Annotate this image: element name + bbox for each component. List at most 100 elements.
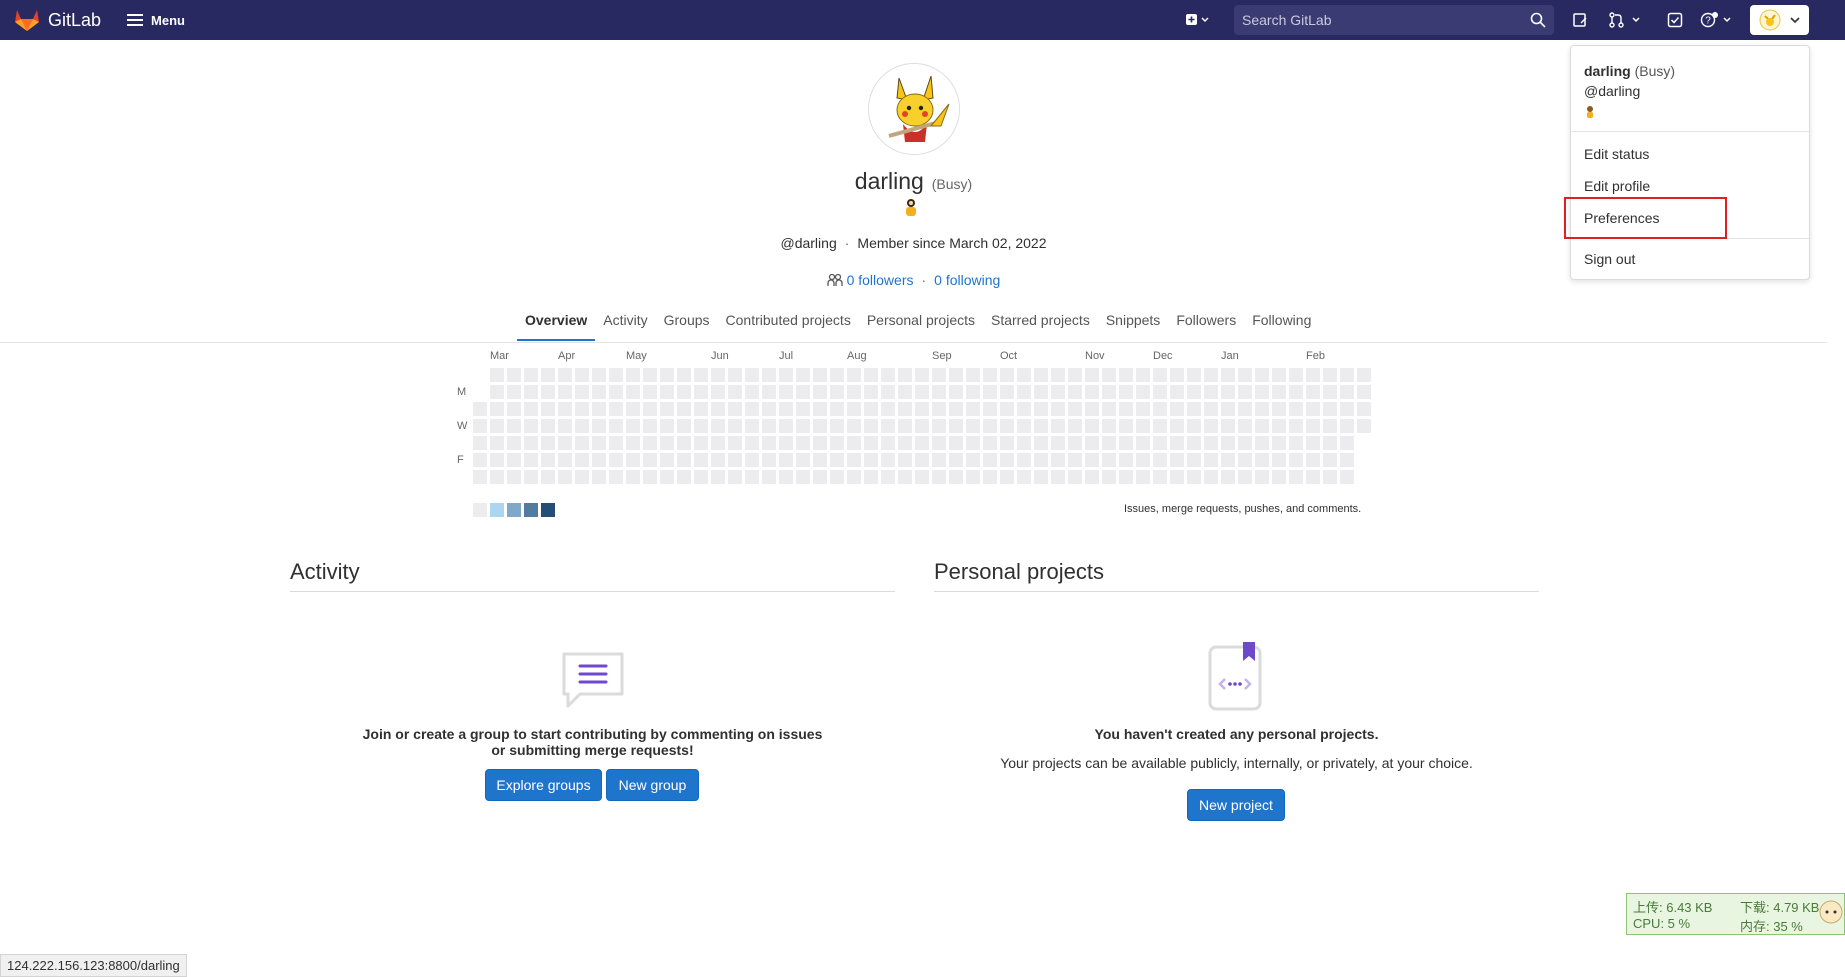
calendar-day-cell[interactable] bbox=[1272, 419, 1286, 433]
calendar-day-cell[interactable] bbox=[1306, 419, 1320, 433]
calendar-day-cell[interactable] bbox=[490, 385, 504, 399]
calendar-day-cell[interactable] bbox=[490, 368, 504, 382]
calendar-day-cell[interactable] bbox=[864, 470, 878, 484]
calendar-day-cell[interactable] bbox=[660, 402, 674, 416]
calendar-day-cell[interactable] bbox=[677, 385, 691, 399]
calendar-day-cell[interactable] bbox=[728, 368, 742, 382]
calendar-day-cell[interactable] bbox=[745, 453, 759, 467]
calendar-day-cell[interactable] bbox=[881, 436, 895, 450]
calendar-day-cell[interactable] bbox=[1204, 470, 1218, 484]
calendar-day-cell[interactable] bbox=[1051, 385, 1065, 399]
calendar-day-cell[interactable] bbox=[813, 436, 827, 450]
calendar-day-cell[interactable] bbox=[1289, 470, 1303, 484]
calendar-day-cell[interactable] bbox=[1306, 436, 1320, 450]
calendar-day-cell[interactable] bbox=[558, 368, 572, 382]
tab-activity[interactable]: Activity bbox=[595, 308, 655, 341]
calendar-day-cell[interactable] bbox=[694, 419, 708, 433]
calendar-day-cell[interactable] bbox=[1085, 385, 1099, 399]
calendar-day-cell[interactable] bbox=[541, 402, 555, 416]
calendar-day-cell[interactable] bbox=[1051, 436, 1065, 450]
calendar-day-cell[interactable] bbox=[1051, 453, 1065, 467]
calendar-day-cell[interactable] bbox=[847, 368, 861, 382]
calendar-day-cell[interactable] bbox=[881, 402, 895, 416]
calendar-day-cell[interactable] bbox=[779, 419, 793, 433]
calendar-day-cell[interactable] bbox=[1272, 385, 1286, 399]
calendar-day-cell[interactable] bbox=[983, 402, 997, 416]
calendar-day-cell[interactable] bbox=[507, 453, 521, 467]
calendar-day-cell[interactable] bbox=[1000, 368, 1014, 382]
calendar-day-cell[interactable] bbox=[677, 436, 691, 450]
calendar-day-cell[interactable] bbox=[1034, 436, 1048, 450]
calendar-day-cell[interactable] bbox=[932, 453, 946, 467]
calendar-day-cell[interactable] bbox=[1187, 419, 1201, 433]
calendar-day-cell[interactable] bbox=[915, 385, 929, 399]
calendar-day-cell[interactable] bbox=[626, 436, 640, 450]
calendar-day-cell[interactable] bbox=[677, 368, 691, 382]
calendar-day-cell[interactable] bbox=[1272, 453, 1286, 467]
calendar-day-cell[interactable] bbox=[1051, 419, 1065, 433]
calendar-day-cell[interactable] bbox=[1323, 453, 1337, 467]
calendar-day-cell[interactable] bbox=[1153, 470, 1167, 484]
calendar-day-cell[interactable] bbox=[592, 470, 606, 484]
calendar-day-cell[interactable] bbox=[779, 470, 793, 484]
calendar-day-cell[interactable] bbox=[864, 419, 878, 433]
calendar-day-cell[interactable] bbox=[1085, 453, 1099, 467]
calendar-day-cell[interactable] bbox=[1255, 402, 1269, 416]
calendar-day-cell[interactable] bbox=[881, 470, 895, 484]
calendar-day-cell[interactable] bbox=[898, 453, 912, 467]
calendar-day-cell[interactable] bbox=[1136, 385, 1150, 399]
calendar-day-cell[interactable] bbox=[473, 402, 487, 416]
calendar-day-cell[interactable] bbox=[507, 368, 521, 382]
calendar-day-cell[interactable] bbox=[1085, 419, 1099, 433]
calendar-day-cell[interactable] bbox=[949, 402, 963, 416]
calendar-day-cell[interactable] bbox=[898, 368, 912, 382]
calendar-day-cell[interactable] bbox=[575, 368, 589, 382]
calendar-day-cell[interactable] bbox=[966, 368, 980, 382]
calendar-day-cell[interactable] bbox=[1017, 470, 1031, 484]
calendar-day-cell[interactable] bbox=[983, 470, 997, 484]
calendar-day-cell[interactable] bbox=[575, 419, 589, 433]
calendar-day-cell[interactable] bbox=[1000, 436, 1014, 450]
calendar-day-cell[interactable] bbox=[1102, 436, 1116, 450]
calendar-day-cell[interactable] bbox=[643, 436, 657, 450]
calendar-day-cell[interactable] bbox=[1170, 470, 1184, 484]
calendar-day-cell[interactable] bbox=[745, 402, 759, 416]
calendar-day-cell[interactable] bbox=[966, 402, 980, 416]
calendar-day-cell[interactable] bbox=[1357, 419, 1371, 433]
calendar-day-cell[interactable] bbox=[1136, 470, 1150, 484]
calendar-day-cell[interactable] bbox=[915, 470, 929, 484]
calendar-day-cell[interactable] bbox=[847, 470, 861, 484]
calendar-day-cell[interactable] bbox=[660, 453, 674, 467]
calendar-day-cell[interactable] bbox=[728, 470, 742, 484]
calendar-day-cell[interactable] bbox=[1323, 385, 1337, 399]
calendar-day-cell[interactable] bbox=[779, 385, 793, 399]
calendar-day-cell[interactable] bbox=[1102, 385, 1116, 399]
calendar-day-cell[interactable] bbox=[881, 419, 895, 433]
calendar-day-cell[interactable] bbox=[1340, 368, 1354, 382]
calendar-day-cell[interactable] bbox=[796, 419, 810, 433]
calendar-day-cell[interactable] bbox=[1187, 453, 1201, 467]
calendar-day-cell[interactable] bbox=[524, 385, 538, 399]
calendar-day-cell[interactable] bbox=[609, 385, 623, 399]
calendar-day-cell[interactable] bbox=[558, 453, 572, 467]
calendar-day-cell[interactable] bbox=[1323, 368, 1337, 382]
calendar-day-cell[interactable] bbox=[949, 419, 963, 433]
calendar-day-cell[interactable] bbox=[949, 436, 963, 450]
calendar-day-cell[interactable] bbox=[1204, 385, 1218, 399]
calendar-day-cell[interactable] bbox=[1051, 402, 1065, 416]
calendar-day-cell[interactable] bbox=[864, 436, 878, 450]
calendar-day-cell[interactable] bbox=[1238, 368, 1252, 382]
calendar-day-cell[interactable] bbox=[1187, 402, 1201, 416]
calendar-day-cell[interactable] bbox=[864, 368, 878, 382]
calendar-day-cell[interactable] bbox=[1034, 419, 1048, 433]
calendar-day-cell[interactable] bbox=[541, 368, 555, 382]
calendar-day-cell[interactable] bbox=[1289, 402, 1303, 416]
calendar-day-cell[interactable] bbox=[932, 419, 946, 433]
calendar-day-cell[interactable] bbox=[1340, 436, 1354, 450]
calendar-day-cell[interactable] bbox=[660, 419, 674, 433]
calendar-day-cell[interactable] bbox=[1102, 453, 1116, 467]
calendar-day-cell[interactable] bbox=[626, 453, 640, 467]
calendar-day-cell[interactable] bbox=[592, 368, 606, 382]
calendar-day-cell[interactable] bbox=[1068, 470, 1082, 484]
calendar-day-cell[interactable] bbox=[1000, 402, 1014, 416]
